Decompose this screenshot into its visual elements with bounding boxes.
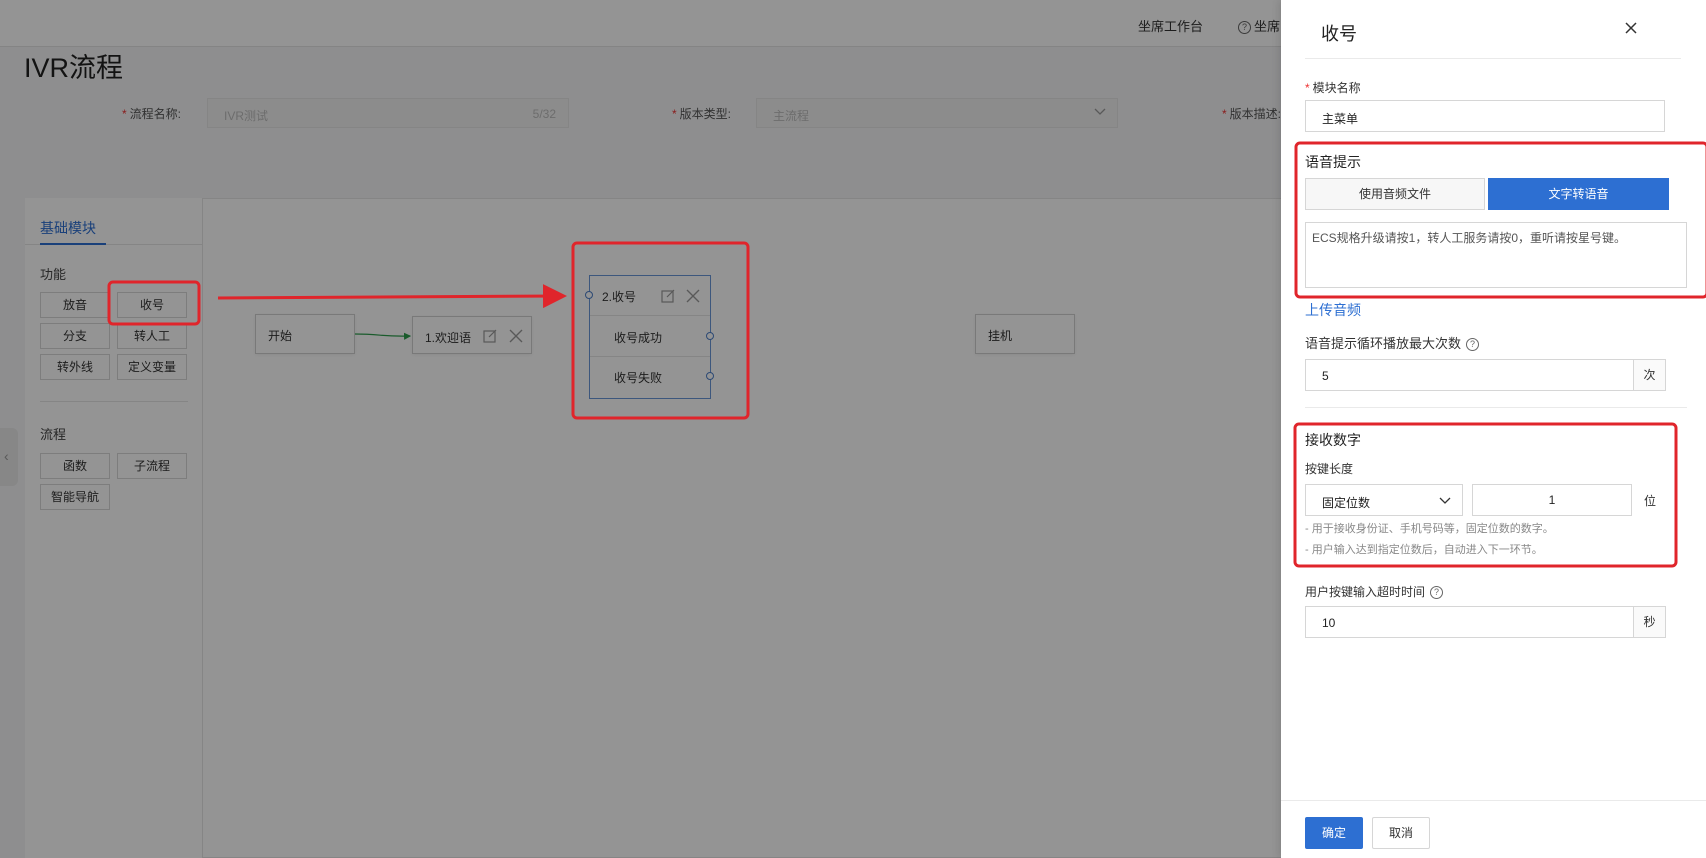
close-icon[interactable] — [1622, 19, 1640, 37]
upload-audio-link[interactable]: 上传音频 — [1305, 300, 1361, 320]
key-length-label: 按键长度 — [1305, 462, 1354, 476]
timeout-unit: 秒 — [1634, 606, 1666, 638]
key-length-unit: 位 — [1644, 494, 1657, 508]
receive-digits-drawer: 收号 * 模块名称 主菜单 语音提示 使用音频文件 文字转语音 ECS规格升级请按… — [1281, 0, 1706, 858]
text-to-speech-button[interactable]: 文字转语音 — [1488, 178, 1669, 210]
receive-digits-title: 接收数字 — [1305, 432, 1361, 448]
drawer-title: 收号 — [1321, 24, 1357, 44]
confirm-button[interactable]: 确定 — [1305, 817, 1363, 849]
timeout-input[interactable]: 10 — [1305, 606, 1634, 638]
module-name-label: * 模块名称 — [1305, 81, 1361, 95]
help-circle-icon[interactable]: ? — [1430, 586, 1444, 599]
loop-count-unit: 次 — [1634, 359, 1666, 391]
hint-auto-next: - 用户输入达到指定位数后，自动进入下一环节。 — [1305, 544, 1543, 556]
module-name-input[interactable]: 主菜单 — [1305, 100, 1665, 132]
use-audio-file-button[interactable]: 使用音频文件 — [1305, 178, 1485, 210]
cancel-button[interactable]: 取消 — [1372, 817, 1430, 849]
loop-count-label: 语音提示循环播放最大次数? — [1305, 333, 1480, 352]
voice-prompt-title: 语音提示 — [1305, 154, 1361, 170]
key-length-mode-select[interactable]: 固定位数 — [1305, 484, 1463, 516]
loop-count-input[interactable]: 5 — [1305, 359, 1634, 391]
tts-textarea[interactable]: ECS规格升级请按1，转人工服务请按0，重听请按星号键。 — [1305, 222, 1687, 288]
hint-fixed-length: - 用于接收身份证、手机号码等，固定位数的数字。 — [1305, 523, 1554, 535]
chevron-down-icon — [1439, 497, 1451, 504]
timeout-label: 用户按键输入超时时间? — [1305, 583, 1444, 600]
help-circle-icon[interactable]: ? — [1466, 338, 1480, 351]
key-length-input[interactable]: 1 — [1472, 484, 1632, 516]
